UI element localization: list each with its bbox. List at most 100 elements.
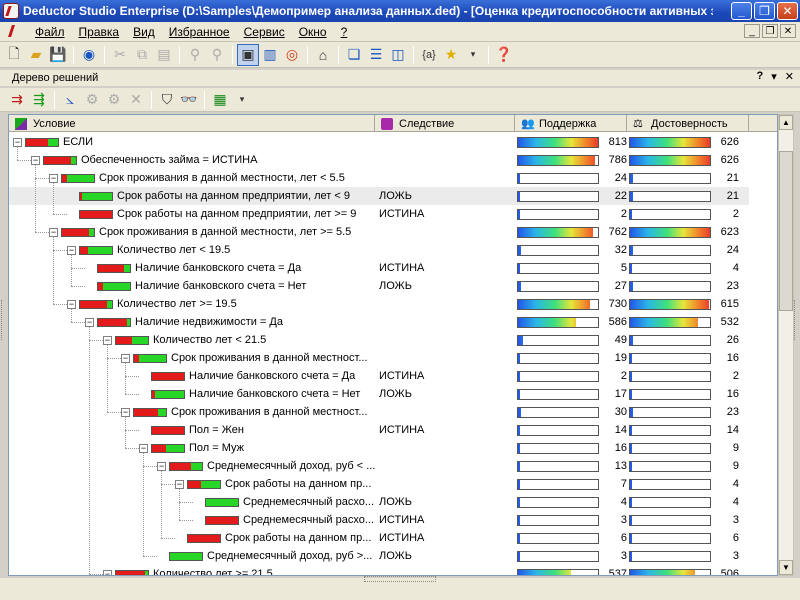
tree-row[interactable]: Наличие банковского счета = Нет ЛОЖЬ 27 23 [9, 277, 749, 295]
tile-vertical-icon[interactable]: ◫ [387, 44, 409, 66]
minimize-button[interactable]: _ [731, 2, 752, 20]
tree-row[interactable]: − Среднемесячный доход, руб < ... 13 9 [9, 457, 749, 475]
collapse-toggle-icon[interactable]: − [175, 479, 184, 489]
tree-prune-icon[interactable]: ⚙ [103, 89, 125, 111]
export-dropdown-icon[interactable]: ▾ [231, 89, 253, 111]
collapse-toggle-icon[interactable]: − [67, 299, 76, 309]
tree-row[interactable]: Наличие банковского счета = Да ИСТИНА 2 2 [9, 367, 749, 385]
bottom-splitter[interactable] [364, 576, 436, 582]
doc-close-button[interactable]: ✕ [780, 24, 796, 38]
support-cell: 30 [517, 403, 627, 421]
collapse-toggle-icon[interactable]: − [121, 353, 130, 363]
tree-row[interactable]: Среднемесячный расхо... ЛОЖЬ 4 4 [9, 493, 749, 511]
collapse-toggle-icon[interactable]: − [67, 245, 76, 255]
right-splitter[interactable] [794, 300, 800, 340]
filter-icon[interactable]: ⛉ [156, 89, 178, 111]
chart-icon[interactable]: ⦣ [59, 89, 81, 111]
tree-row[interactable]: − Срок работы на данном пр... 7 4 [9, 475, 749, 493]
new-file-icon[interactable]: 🗋 [3, 44, 25, 66]
scroll-thumb[interactable] [779, 151, 793, 311]
collapse-toggle-icon[interactable]: − [13, 137, 22, 147]
collapse-all-icon[interactable]: ⇉ [6, 89, 28, 111]
export-excel-icon[interactable]: ▦ [209, 89, 231, 111]
collapse-toggle-icon[interactable]: − [157, 461, 166, 471]
collapse-toggle-icon[interactable]: − [49, 173, 58, 183]
save-icon[interactable]: 💾 [47, 44, 69, 66]
tree-row[interactable]: Среднемесячный доход, руб >... ЛОЖЬ 3 3 [9, 547, 749, 565]
class-ratio-bar [133, 407, 167, 417]
tree-row[interactable]: Срок работы на данном предприятии, лет >… [9, 205, 749, 223]
tree-row[interactable]: Наличие банковского счета = Нет ЛОЖЬ 17 16 [9, 385, 749, 403]
tree-edit-icon[interactable]: ⚙ [81, 89, 103, 111]
column-support[interactable]: 👥 Поддержка [515, 115, 627, 132]
tree-row[interactable]: − Срок проживания в данной местност... 30 2… [9, 403, 749, 421]
dropdown-arrow-icon[interactable]: ▾ [462, 44, 484, 66]
doc-minimize-button[interactable]: _ [744, 24, 760, 38]
doc-restore-button[interactable]: ❐ [762, 24, 778, 38]
panel-help-button[interactable]: ? [757, 70, 764, 83]
column-confidence[interactable]: ⚖ Достоверность [627, 115, 749, 132]
tree-row[interactable]: Срок работы на данном предприятии, лет <… [9, 187, 749, 205]
copy-icon[interactable]: ⧉ [131, 44, 153, 66]
column-condition[interactable]: Условие [9, 115, 375, 132]
menu-file[interactable]: Файл [28, 25, 72, 39]
tree-row[interactable]: Наличие банковского счета = Да ИСТИНА 5 4 [9, 259, 749, 277]
cascade-icon[interactable]: ❏ [343, 44, 365, 66]
view-mode-icon[interactable]: ▣ [237, 43, 259, 66]
menu-window[interactable]: Окно [292, 25, 334, 39]
left-splitter[interactable] [1, 300, 7, 340]
panel-icon[interactable]: ▥ [259, 44, 281, 66]
menu-service[interactable]: Сервис [237, 25, 292, 39]
delete-icon[interactable]: ✕ [125, 89, 147, 111]
tree-row[interactable]: − Срок проживания в данной местност... 19 1… [9, 349, 749, 367]
tree-row[interactable]: − Пол = Муж 16 9 [9, 439, 749, 457]
home-icon[interactable]: ⌂ [312, 44, 334, 66]
collapse-toggle-icon[interactable]: − [85, 317, 94, 327]
tree-row[interactable]: − Количество лет < 21.5 49 26 [9, 331, 749, 349]
collapse-toggle-icon[interactable]: − [139, 443, 148, 453]
menu-edit[interactable]: Правка [72, 25, 127, 39]
tile-horizontal-icon[interactable]: ☰ [365, 44, 387, 66]
tree-row[interactable]: Среднемесячный расхо... ИСТИНА 3 3 [9, 511, 749, 529]
panel-menu-button[interactable]: ▾ [771, 70, 777, 83]
variables-icon[interactable]: {a} [418, 44, 440, 66]
menu-view[interactable]: Вид [126, 25, 162, 39]
tree-row[interactable]: − ЕСЛИ 813 626 [9, 133, 749, 151]
refresh-icon[interactable]: ◎ [281, 44, 303, 66]
tree-row[interactable]: − Срок проживания в данной местности, лет… [9, 169, 749, 187]
vertical-scrollbar[interactable]: ▲ ▼ [778, 114, 794, 576]
panel-close-button[interactable]: ✕ [785, 70, 794, 83]
scroll-up-icon[interactable]: ▲ [779, 115, 793, 130]
scroll-down-icon[interactable]: ▼ [779, 560, 793, 575]
cut-icon[interactable]: ✂ [109, 44, 131, 66]
expand-all-icon[interactable]: ⇶ [28, 89, 50, 111]
support-value: 49 [614, 334, 627, 346]
find-next-icon[interactable]: ⚲ [206, 44, 228, 66]
tree-row[interactable]: − Количество лет < 19.5 32 24 [9, 241, 749, 259]
tree-row[interactable]: Срок работы на данном пр... ИСТИНА 6 6 [9, 529, 749, 547]
document-icon[interactable] [6, 24, 22, 40]
collapse-toggle-icon[interactable]: − [49, 227, 58, 237]
tree-row[interactable]: − Количество лет >= 21.5 537 506 [9, 565, 749, 575]
tree-row[interactable]: − Наличие недвижимости = Да 586 532 [9, 313, 749, 331]
menu-favorites[interactable]: Избранное [162, 25, 237, 39]
restore-button[interactable]: ❐ [754, 2, 775, 20]
menu-help[interactable]: ? [334, 25, 355, 39]
find-icon[interactable]: ⚲ [184, 44, 206, 66]
favorites-star-icon[interactable]: ★ [440, 44, 462, 66]
paste-icon[interactable]: ▤ [153, 44, 175, 66]
collapse-toggle-icon[interactable]: − [121, 407, 130, 417]
collapse-toggle-icon[interactable]: − [103, 569, 112, 575]
tree-row[interactable]: − Количество лет >= 19.5 730 615 [9, 295, 749, 313]
collapse-toggle-icon[interactable]: − [103, 335, 112, 345]
tree-row[interactable]: Пол = Жен ИСТИНА 14 14 [9, 421, 749, 439]
help-icon[interactable]: ❓ [493, 44, 515, 66]
tree-row[interactable]: − Срок проживания в данной местности, лет… [9, 223, 749, 241]
collapse-toggle-icon[interactable]: − [31, 155, 40, 165]
column-consequence[interactable]: Следствие [375, 115, 515, 132]
view-icon[interactable]: 👓 [178, 89, 200, 111]
close-button[interactable]: ✕ [777, 2, 798, 20]
open-folder-icon[interactable]: ▰ [25, 44, 47, 66]
wizard-icon[interactable]: ◉ [78, 44, 100, 66]
tree-row[interactable]: − Обеспеченность займа = ИСТИНА 786 626 [9, 151, 749, 169]
